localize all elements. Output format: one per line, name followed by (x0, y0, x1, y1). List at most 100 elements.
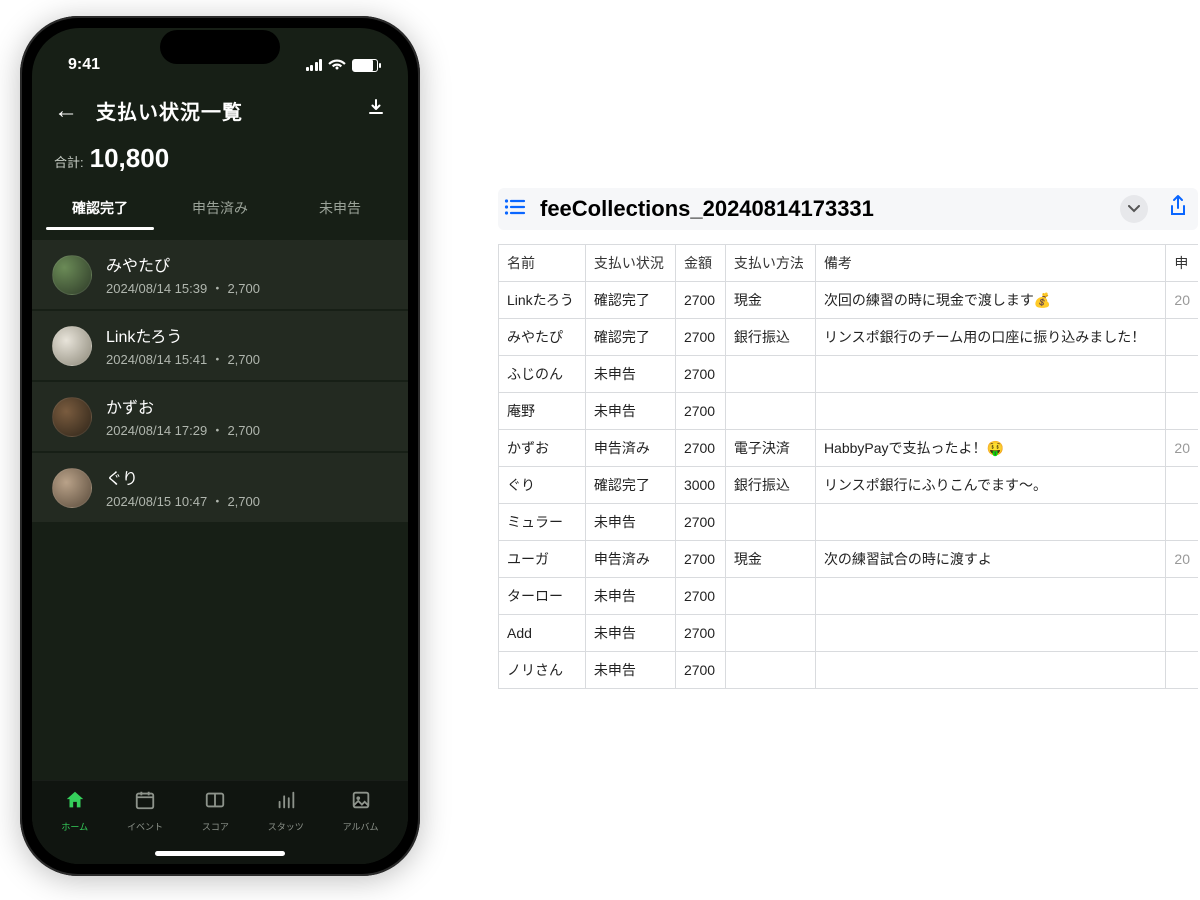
tab-confirmed[interactable]: 確認完了 (40, 188, 160, 230)
list-icon[interactable] (504, 196, 526, 222)
cell-amount[interactable]: 2700 (675, 356, 725, 393)
cell-note[interactable]: 次の練習試合の時に渡すよ (815, 541, 1165, 578)
cell-name[interactable]: Add (499, 615, 586, 652)
cell-note[interactable] (815, 393, 1165, 430)
cell-method[interactable]: 現金 (725, 282, 815, 319)
table-row[interactable]: かずお申告済み2700電子決済HabbyPayで支払ったよ！🤑20 (499, 430, 1199, 467)
cell-status[interactable]: 未申告 (585, 652, 675, 689)
cell-status[interactable]: 確認完了 (585, 467, 675, 504)
cell-status[interactable]: 確認完了 (585, 319, 675, 356)
cell-name[interactable]: Linkたろう (499, 282, 586, 319)
cell-note[interactable]: 次回の練習の時に現金で渡します💰 (815, 282, 1165, 319)
cell-name[interactable]: みやたぴ (499, 319, 586, 356)
list-item[interactable]: ぐり 2024/08/15 10:47 ・ 2,700 (32, 453, 408, 522)
cell-amount[interactable]: 2700 (675, 319, 725, 356)
cell-amount[interactable]: 2700 (675, 615, 725, 652)
cell-method[interactable] (725, 578, 815, 615)
cell-note[interactable] (815, 615, 1165, 652)
cell-note[interactable] (815, 652, 1165, 689)
table-row[interactable]: 庵野未申告2700 (499, 393, 1199, 430)
cell-amount[interactable]: 2700 (675, 504, 725, 541)
cell-extra[interactable] (1166, 356, 1198, 393)
cell-method[interactable] (725, 504, 815, 541)
table-row[interactable]: Add未申告2700 (499, 615, 1199, 652)
cell-method[interactable]: 現金 (725, 541, 815, 578)
table-row[interactable]: Linkたろう確認完了2700現金次回の練習の時に現金で渡します💰20 (499, 282, 1199, 319)
cell-name[interactable]: ふじのん (499, 356, 586, 393)
table-row[interactable]: ふじのん未申告2700 (499, 356, 1199, 393)
cell-name[interactable]: ターロー (499, 578, 586, 615)
col-note[interactable]: 備考 (815, 245, 1165, 282)
table-row[interactable]: ミュラー未申告2700 (499, 504, 1199, 541)
cell-method[interactable]: 銀行振込 (725, 467, 815, 504)
cell-note[interactable]: リンスポ銀行にふりこんでます〜。 (815, 467, 1165, 504)
cell-extra[interactable] (1166, 578, 1198, 615)
col-extra[interactable]: 申 (1166, 245, 1198, 282)
tab-declared[interactable]: 申告済み (160, 188, 280, 230)
cell-status[interactable]: 申告済み (585, 541, 675, 578)
tab-album[interactable]: アルバム (343, 789, 379, 840)
cell-status[interactable]: 申告済み (585, 430, 675, 467)
cell-method[interactable]: 電子決済 (725, 430, 815, 467)
cell-note[interactable]: リンスポ銀行のチーム用の口座に振り込みました！ (815, 319, 1165, 356)
cell-amount[interactable]: 2700 (675, 430, 725, 467)
cell-amount[interactable]: 2700 (675, 393, 725, 430)
cell-status[interactable]: 未申告 (585, 356, 675, 393)
cell-amount[interactable]: 2700 (675, 541, 725, 578)
cell-note[interactable]: HabbyPayで支払ったよ！🤑 (815, 430, 1165, 467)
tab-undeclared[interactable]: 未申告 (280, 188, 400, 230)
col-name[interactable]: 名前 (499, 245, 586, 282)
cell-extra[interactable] (1166, 467, 1198, 504)
cell-note[interactable] (815, 356, 1165, 393)
cell-name[interactable]: ミュラー (499, 504, 586, 541)
list-item[interactable]: Linkたろう 2024/08/14 15:41 ・ 2,700 (32, 311, 408, 380)
cell-name[interactable]: ぐり (499, 467, 586, 504)
col-method[interactable]: 支払い方法 (725, 245, 815, 282)
cell-status[interactable]: 確認完了 (585, 282, 675, 319)
cell-note[interactable] (815, 578, 1165, 615)
cell-extra[interactable]: 20 (1166, 430, 1198, 467)
share-button[interactable] (1168, 194, 1188, 224)
cell-note[interactable] (815, 504, 1165, 541)
cell-method[interactable] (725, 652, 815, 689)
cell-status[interactable]: 未申告 (585, 615, 675, 652)
cell-extra[interactable] (1166, 504, 1198, 541)
cell-status[interactable]: 未申告 (585, 393, 675, 430)
cell-extra[interactable]: 20 (1166, 541, 1198, 578)
table-row[interactable]: ターロー未申告2700 (499, 578, 1199, 615)
cell-name[interactable]: ノリさん (499, 652, 586, 689)
cell-status[interactable]: 未申告 (585, 504, 675, 541)
expand-button[interactable] (1120, 195, 1148, 223)
cell-extra[interactable] (1166, 319, 1198, 356)
cell-extra[interactable] (1166, 393, 1198, 430)
table-row[interactable]: ユーガ申告済み2700現金次の練習試合の時に渡すよ20 (499, 541, 1199, 578)
download-button[interactable] (366, 98, 386, 123)
cell-amount[interactable]: 2700 (675, 652, 725, 689)
cell-extra[interactable] (1166, 615, 1198, 652)
tab-home[interactable]: ホーム (61, 789, 88, 840)
tab-score[interactable]: スコア (202, 789, 229, 840)
table-row[interactable]: ノリさん未申告2700 (499, 652, 1199, 689)
cell-amount[interactable]: 2700 (675, 282, 725, 319)
table-row[interactable]: ぐり確認完了3000銀行振込リンスポ銀行にふりこんでます〜。 (499, 467, 1199, 504)
cell-method[interactable] (725, 615, 815, 652)
cell-status[interactable]: 未申告 (585, 578, 675, 615)
cell-extra[interactable]: 20 (1166, 282, 1198, 319)
cell-method[interactable] (725, 393, 815, 430)
col-amount[interactable]: 金額 (675, 245, 725, 282)
tab-stats[interactable]: スタッツ (268, 789, 304, 840)
cell-method[interactable] (725, 356, 815, 393)
cell-extra[interactable] (1166, 652, 1198, 689)
cell-method[interactable]: 銀行振込 (725, 319, 815, 356)
cell-name[interactable]: かずお (499, 430, 586, 467)
back-button[interactable]: ← (54, 97, 78, 125)
cell-amount[interactable]: 2700 (675, 578, 725, 615)
list-item[interactable]: みやたぴ 2024/08/14 15:39 ・ 2,700 (32, 240, 408, 309)
cell-name[interactable]: 庵野 (499, 393, 586, 430)
cell-amount[interactable]: 3000 (675, 467, 725, 504)
cell-name[interactable]: ユーガ (499, 541, 586, 578)
tab-event[interactable]: イベント (127, 789, 163, 840)
table-row[interactable]: みやたぴ確認完了2700銀行振込リンスポ銀行のチーム用の口座に振り込みました！ (499, 319, 1199, 356)
col-status[interactable]: 支払い状況 (585, 245, 675, 282)
list-item[interactable]: かずお 2024/08/14 17:29 ・ 2,700 (32, 382, 408, 451)
